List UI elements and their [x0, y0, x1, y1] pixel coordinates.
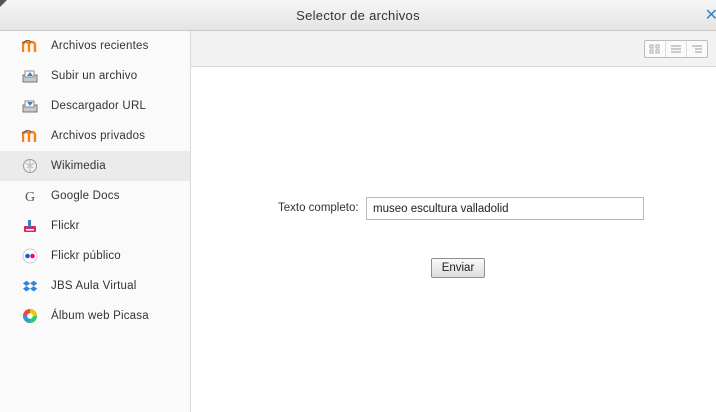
- flickr-icon: [21, 218, 39, 234]
- sidebar-item-label: Google Docs: [51, 190, 120, 202]
- sidebar-item-label: JBS Aula Virtual: [51, 280, 137, 292]
- sidebar-item-subir-archivo[interactable]: Subir un archivo: [0, 61, 190, 91]
- svg-text:G: G: [25, 190, 35, 204]
- search-input[interactable]: [366, 197, 644, 220]
- submit-button[interactable]: Enviar: [431, 258, 485, 278]
- upload-icon: [21, 68, 39, 84]
- close-icon[interactable]: ✕: [705, 8, 716, 24]
- wikimedia-icon: [21, 158, 39, 174]
- sidebar-item-label: Wikimedia: [51, 160, 106, 172]
- picasa-icon: [21, 308, 39, 324]
- sidebar-item-label: Álbum web Picasa: [51, 310, 149, 322]
- search-label: Texto completo:: [278, 202, 359, 214]
- grid-view-icon[interactable]: [645, 41, 665, 57]
- moodle-icon: [21, 38, 39, 54]
- dialog-title: Selector de archivos: [296, 8, 420, 23]
- sidebar-item-archivos-privados[interactable]: Archivos privados: [0, 121, 190, 151]
- sidebar-item-flickr[interactable]: Flickr: [0, 211, 190, 241]
- view-switcher: [644, 40, 708, 58]
- sidebar-item-descargador-url[interactable]: Descargador URL: [0, 91, 190, 121]
- sidebar-item-label: Descargador URL: [51, 100, 147, 112]
- window-corner: [0, 0, 7, 7]
- dialog-title-bar: Selector de archivos ✕: [0, 0, 716, 31]
- sidebar-item-album-picasa[interactable]: Álbum web Picasa: [0, 301, 190, 331]
- repository-sidebar: Archivos recientes Subir un archivo Desc…: [0, 31, 191, 412]
- list-view-icon[interactable]: [665, 41, 686, 57]
- google-icon: G: [21, 188, 39, 204]
- download-icon: [21, 98, 39, 114]
- sidebar-item-google-docs[interactable]: G Google Docs: [0, 181, 190, 211]
- sidebar-item-flickr-publico[interactable]: Flickr público: [0, 241, 190, 271]
- search-form: Texto completo:: [191, 197, 716, 221]
- moodle-icon: [21, 128, 39, 144]
- sidebar-item-label: Archivos privados: [51, 130, 146, 142]
- sidebar-item-jbs-aula-virtual[interactable]: JBS Aula Virtual: [0, 271, 190, 301]
- tree-view-icon[interactable]: [686, 41, 707, 57]
- dropbox-icon: [21, 278, 39, 294]
- sidebar-item-label: Flickr: [51, 220, 80, 232]
- sidebar-item-label: Flickr público: [51, 250, 121, 262]
- sidebar-item-archivos-recientes[interactable]: Archivos recientes: [0, 31, 190, 61]
- toolbar: [191, 31, 716, 67]
- flickr-public-icon: [21, 248, 39, 264]
- sidebar-item-label: Subir un archivo: [51, 70, 138, 82]
- sidebar-item-wikimedia[interactable]: Wikimedia: [0, 151, 190, 181]
- sidebar-item-label: Archivos recientes: [51, 40, 149, 52]
